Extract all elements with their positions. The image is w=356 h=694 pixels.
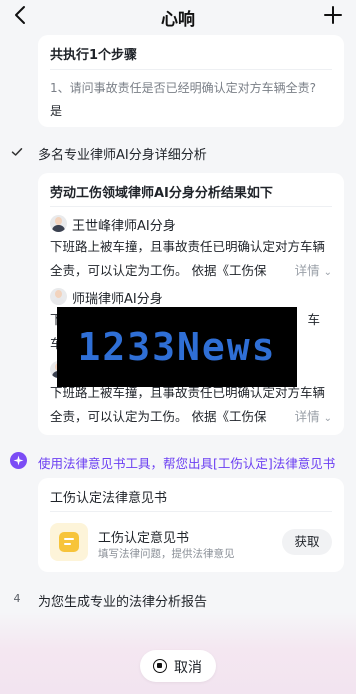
details-link[interactable]: 详情 ⌄: [270, 405, 332, 431]
analysis-section-row[interactable]: 多名专业律师AI分身详细分析: [10, 143, 310, 163]
document-title: 工伤认定意见书: [98, 531, 190, 546]
analysis-section-label: 多名专业律师AI分身详细分析: [38, 148, 207, 163]
tool-section-row: 使用法律意见书工具，帮您出具[工伤认定]法律意见书: [10, 452, 350, 472]
report-step-row: 4 为您生成专业的法律分析报告: [10, 590, 310, 610]
legal-opinion-card: 工伤认定法律意见书 工伤认定意见书 填写法律问题，提供法律意见 获取: [38, 478, 344, 572]
opinion-card-title: 工伤认定法律意见书: [50, 491, 168, 506]
document-icon: [50, 523, 88, 561]
divider: [50, 69, 332, 70]
lawyer-item[interactable]: 王世峰律师AI分身 下班路上被车撞，且事故责任已明确认定对方车辆 全责，可以认定…: [50, 213, 332, 285]
watermark-logo: 1233News: [57, 307, 297, 387]
step-question: 1、请问事故责任是否已经明确认定对方车辆全责?: [50, 81, 317, 95]
avatar: [50, 288, 67, 305]
lawyer-name: 师瑞律师AI分身: [72, 292, 163, 307]
details-link[interactable]: 详情 ⌄: [270, 259, 332, 285]
page-title: 心响: [161, 10, 195, 30]
plus-icon[interactable]: [322, 4, 344, 26]
lawyer-summary-line: 下班路上被车撞，且事故责任已明确认定对方车辆: [50, 239, 326, 254]
lawyer-summary-line: 全责，可以认定为工伤。 依据《工伤保: [50, 263, 267, 278]
check-icon: [11, 148, 23, 156]
document-subtitle: 填写法律问题，提供法律意见: [98, 548, 235, 560]
cancel-label: 取消: [174, 660, 202, 676]
details-label: 详情: [294, 409, 320, 424]
divider: [50, 511, 332, 512]
top-bar: 心响: [0, 0, 356, 32]
lawyer-name: 王世峰律师AI分身: [72, 219, 176, 234]
lawyer-summary-line: 全责，可以认定为工伤。 依据《工伤保: [50, 409, 267, 424]
avatar: [50, 215, 67, 232]
lawyer-summary-fragment: 车: [307, 312, 320, 327]
sparkle-icon: [10, 452, 27, 469]
lawyer-analysis-card: 劳动工伤领域律师AI分身分析结果如下 王世峰律师AI分身 下班路上被车撞，且事故…: [38, 173, 344, 435]
details-label: 详情: [294, 263, 320, 278]
chevron-down-icon: ⌄: [323, 413, 332, 424]
steps-title: 共执行1个步骤: [50, 48, 138, 63]
steps-card: 共执行1个步骤 1、请问事故责任是否已经明确认定对方车辆全责? 是: [38, 35, 344, 127]
cancel-button[interactable]: 取消: [140, 650, 216, 682]
analysis-card-title: 劳动工伤领域律师AI分身分析结果如下: [50, 186, 273, 201]
report-step-label: 为您生成专业的法律分析报告: [38, 595, 208, 610]
step-answer: 是: [50, 104, 63, 118]
get-button[interactable]: 获取: [282, 529, 332, 555]
watermark-text: 1233News: [77, 325, 277, 369]
step-number: 4: [13, 592, 21, 605]
tool-section-label: 使用法律意见书工具，帮您出具[工伤认定]法律意见书: [38, 456, 336, 471]
divider: [50, 206, 332, 207]
stop-icon: [153, 659, 167, 673]
chevron-down-icon: ⌄: [323, 267, 332, 278]
